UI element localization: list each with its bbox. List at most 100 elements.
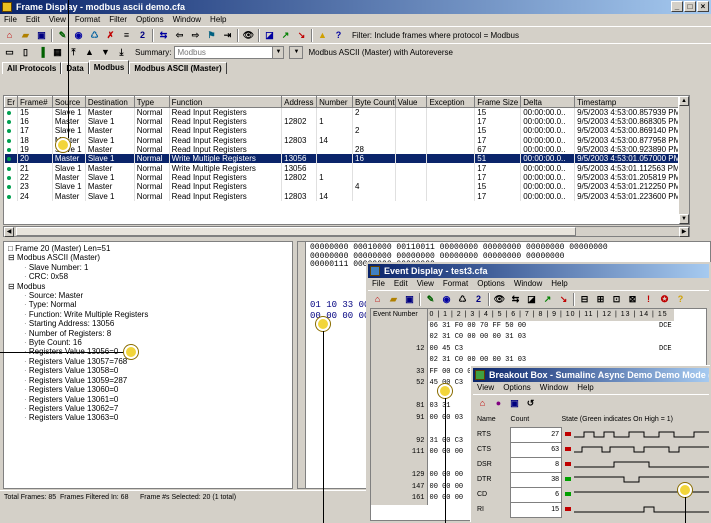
- capture-icon[interactable]: ♺: [456, 293, 469, 306]
- menu-format[interactable]: Format: [75, 14, 100, 26]
- open-icon[interactable]: ▰: [19, 29, 32, 42]
- menu-options[interactable]: Options: [136, 14, 164, 26]
- warning-icon[interactable]: !: [642, 293, 655, 306]
- home-icon[interactable]: ⌂: [476, 397, 489, 410]
- col-er[interactable]: Er: [4, 96, 18, 108]
- menu-file[interactable]: File: [4, 14, 17, 26]
- capture-icon[interactable]: ♺: [88, 29, 101, 42]
- stats-icon[interactable]: ◉: [72, 29, 85, 42]
- col-frame-size[interactable]: Frame Size: [474, 96, 522, 108]
- close-button[interactable]: ×: [697, 1, 709, 12]
- window-icon[interactable]: ▭: [3, 46, 16, 59]
- breakout-menu-window[interactable]: Window: [540, 382, 568, 394]
- tree-node[interactable]: · Type: Normal: [4, 300, 292, 309]
- tree-node[interactable]: · Registers Value 13059=287: [4, 376, 292, 385]
- tree-node[interactable]: · Number of Registers: 8: [4, 329, 292, 338]
- wizard-icon[interactable]: ✪: [658, 293, 671, 306]
- up-icon[interactable]: ▲: [83, 46, 96, 59]
- menu-edit[interactable]: Edit: [26, 14, 40, 26]
- scroll-left-icon[interactable]: ◀: [4, 227, 14, 237]
- tree-node[interactable]: · CRC: 0x58: [4, 272, 292, 281]
- tab-data[interactable]: Data: [61, 62, 89, 74]
- delete-filter-icon[interactable]: ✗: [104, 29, 117, 42]
- filter-icon[interactable]: ✎: [424, 293, 437, 306]
- col-exception[interactable]: Exception: [426, 96, 476, 108]
- home-icon[interactable]: ⌂: [3, 29, 16, 42]
- tab-modbus[interactable]: Modbus: [88, 60, 130, 74]
- col-function[interactable]: Function: [168, 96, 283, 108]
- table-row[interactable]: 15 Slave 1 Master Normal Read Input Register…: [4, 107, 689, 117]
- tree-node[interactable]: · Starting Address: 13056: [4, 319, 292, 328]
- forward-icon[interactable]: ⇨: [189, 29, 202, 42]
- event-menu-edit[interactable]: Edit: [394, 278, 408, 290]
- find-icon[interactable]: ⇆: [509, 293, 522, 306]
- table-row[interactable]: 16MasterSlave 1NormalRead Input Register…: [4, 117, 689, 127]
- event-menu-window[interactable]: Window: [514, 278, 542, 290]
- col-value[interactable]: Value: [394, 96, 428, 108]
- table-row[interactable]: 20 Master Slave 1 Normal Write Multiple Regi…: [4, 154, 689, 164]
- save-icon[interactable]: ▣: [35, 29, 48, 42]
- col-delta[interactable]: Delta: [520, 96, 576, 108]
- sort-icon[interactable]: ≡: [120, 29, 133, 42]
- help-icon[interactable]: ?: [332, 29, 345, 42]
- table-row[interactable]: 22 Master Slave 1 Normal Read Input Register…: [4, 172, 689, 183]
- tree-node[interactable]: · Registers Value 13061=0: [4, 395, 292, 404]
- trend-icon[interactable]: ↗: [279, 29, 292, 42]
- col-timestamp[interactable]: Timestamp: [574, 96, 689, 108]
- menu-window[interactable]: Window: [173, 14, 201, 26]
- tree-node[interactable]: · Slave Number: 1: [4, 263, 292, 272]
- event-row[interactable]: 02 31 C0 00 00 00 31 03: [371, 355, 674, 367]
- tree-node[interactable]: · Registers Value 13057=768: [4, 357, 292, 366]
- event-menu-help[interactable]: Help: [551, 278, 567, 290]
- minimize-button[interactable]: _: [671, 1, 683, 12]
- tree-node[interactable]: · Registers Value 13060=0: [4, 385, 292, 394]
- trend-icon[interactable]: ↗: [541, 293, 554, 306]
- scroll-up-icon[interactable]: ▲: [679, 96, 689, 106]
- tree-node[interactable]: □ Frame 20 (Master) Len=51: [4, 244, 292, 253]
- table-row[interactable]: 18MasterSlave 1NormalRead Input Register…: [4, 135, 689, 145]
- chart-icon[interactable]: ◪: [525, 293, 538, 306]
- tree-node[interactable]: · Registers Value 13058=0: [4, 366, 292, 375]
- event-row[interactable]: 06 31 F0 00 70 FF 50 00 DCE: [371, 320, 674, 332]
- number-icon[interactable]: 2: [472, 293, 485, 306]
- col-frame[interactable]: Frame#: [16, 96, 53, 108]
- home-icon[interactable]: ⌂: [371, 293, 384, 306]
- collapse-icon[interactable]: ⊟: [8, 282, 17, 291]
- down-icon[interactable]: ▼: [99, 46, 112, 59]
- help-icon[interactable]: ?: [674, 293, 687, 306]
- collapse-icon[interactable]: ⊟: [8, 253, 17, 262]
- table-row[interactable]: 19Slave 1MasterNormalRead Input Register…: [4, 144, 689, 155]
- ascii-icon[interactable]: ⊞: [594, 293, 607, 306]
- event-menu-view[interactable]: View: [417, 278, 434, 290]
- event-row[interactable]: 02 31 C0 00 00 00 31 03: [371, 332, 674, 344]
- next-bookmark-icon[interactable]: ⇥: [221, 29, 234, 42]
- graph-icon[interactable]: ↘: [557, 293, 570, 306]
- event-menu-file[interactable]: File: [372, 278, 385, 290]
- grid-hscrollbar[interactable]: ◀ ▶: [3, 226, 690, 237]
- tab-all-protocols[interactable]: All Protocols: [2, 62, 62, 74]
- tree-node[interactable]: · Function: Write Multiple Registers: [4, 310, 292, 319]
- table-row[interactable]: 23 Slave 1 Master Normal Read Input Register…: [4, 182, 689, 192]
- columns-icon[interactable]: ▦: [51, 46, 64, 59]
- breakout-menu-help[interactable]: Help: [577, 382, 593, 394]
- tile-icon[interactable]: ▯: [19, 46, 32, 59]
- col-destination[interactable]: Destination: [84, 96, 135, 108]
- tree-node[interactable]: ⊟ Modbus: [4, 282, 292, 291]
- tab-modbus-ascii[interactable]: Modbus ASCII (Master): [129, 62, 227, 74]
- warning-icon[interactable]: ▲: [316, 29, 329, 42]
- tree-node[interactable]: · Source: Master: [4, 291, 292, 300]
- table-row[interactable]: 24 Master Slave 1 Normal Read Input Register…: [4, 191, 689, 201]
- back-icon[interactable]: ⇦: [173, 29, 186, 42]
- split-icon[interactable]: ▐: [35, 46, 48, 59]
- scroll-thumb[interactable]: [16, 227, 576, 236]
- binary-icon[interactable]: ⊡: [610, 293, 623, 306]
- tree-node[interactable]: · Registers Value 13063=0: [4, 413, 292, 422]
- save-icon[interactable]: ▣: [403, 293, 416, 306]
- menu-filter[interactable]: Filter: [109, 14, 127, 26]
- event-menu-format[interactable]: Format: [443, 278, 468, 290]
- ebcdic-icon[interactable]: ⊠: [626, 293, 639, 306]
- chart-icon[interactable]: ◪: [263, 29, 276, 42]
- grid-scrollbar[interactable]: ▲ ▼: [678, 96, 689, 224]
- menu-help[interactable]: Help: [210, 14, 226, 26]
- binoculars-icon[interactable]: 👁: [242, 29, 255, 42]
